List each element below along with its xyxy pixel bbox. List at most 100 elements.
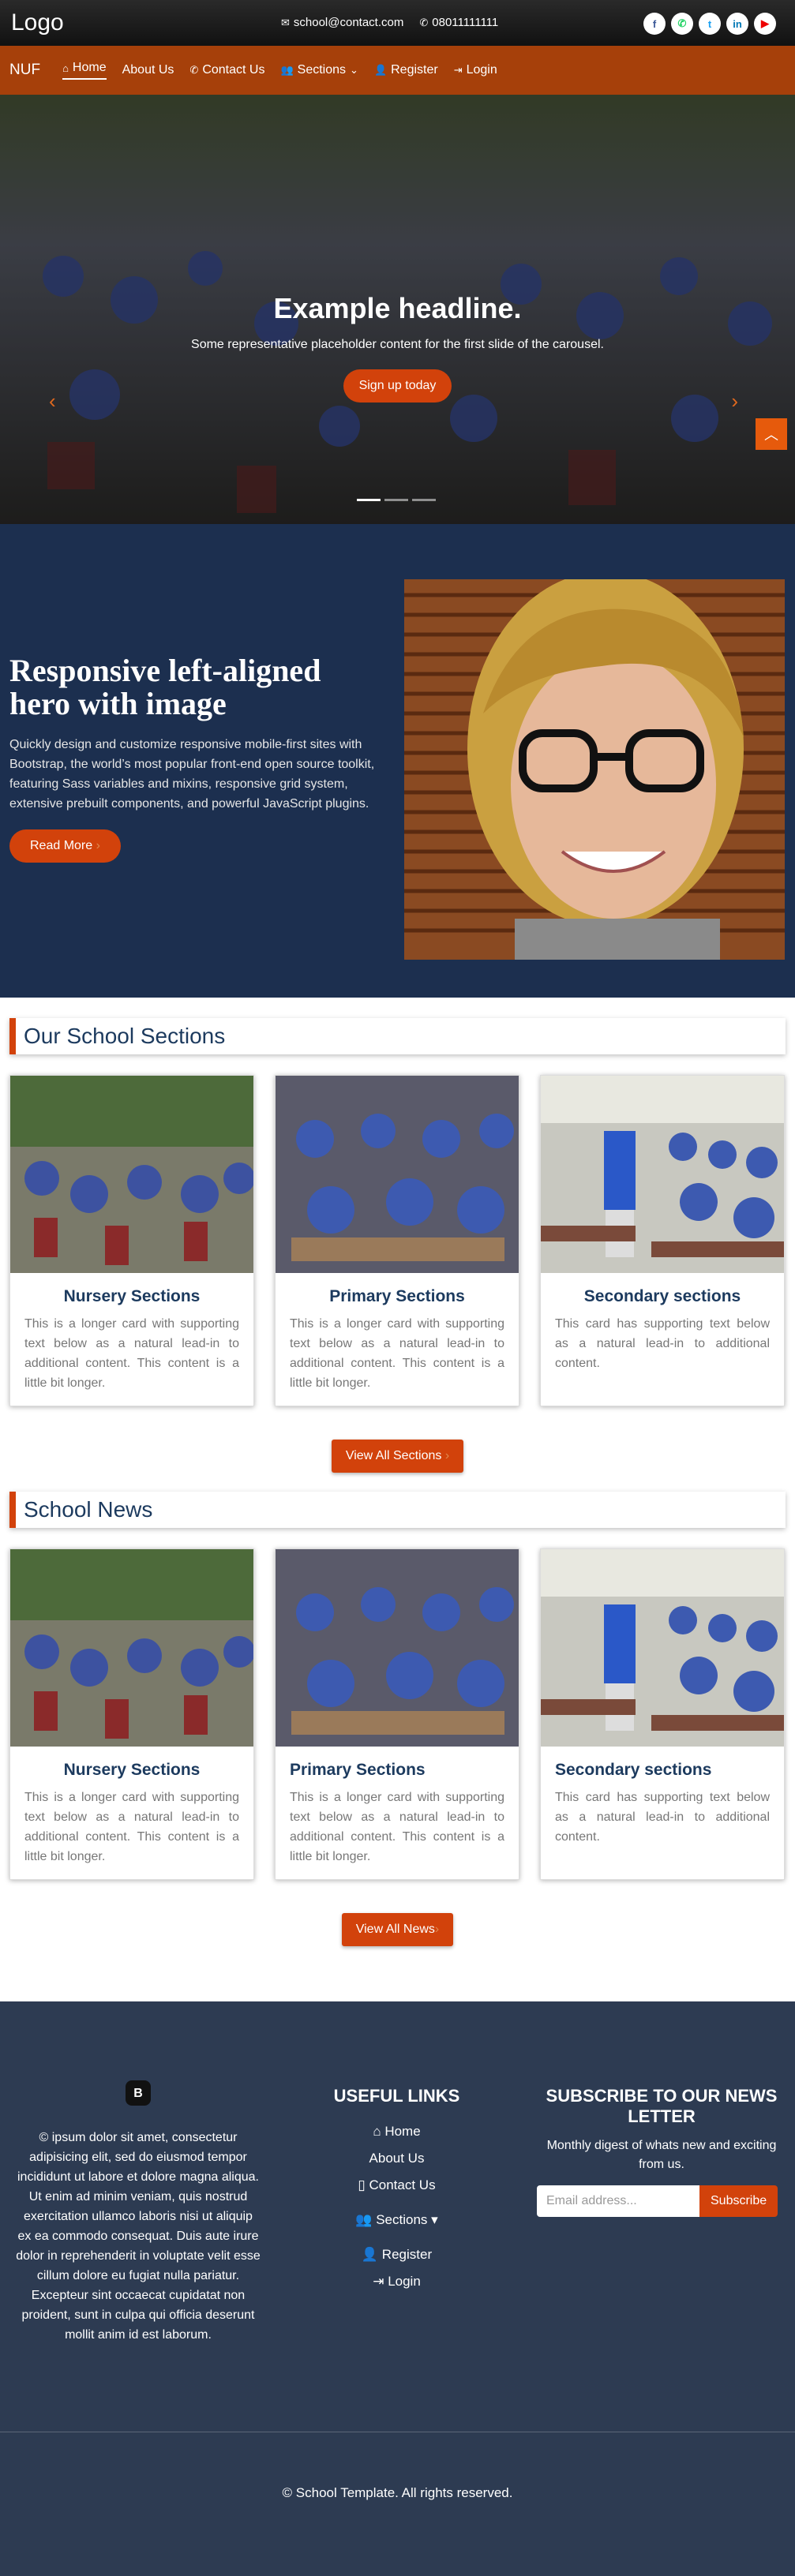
youtube-icon[interactable]: ▶ [754, 13, 776, 35]
linkedin-icon[interactable]: in [726, 13, 748, 35]
newsletter-title: SUBSCRIBE TO OUR NEWS LETTER [546, 2086, 778, 2126]
chevron-up-icon: ︿ [764, 427, 778, 443]
read-more-button[interactable]: Read More › [9, 829, 121, 863]
login-icon: ⇥ [453, 64, 463, 76]
card-primary[interactable]: Primary Sections This is a longer card w… [275, 1075, 519, 1406]
portrait-image [404, 579, 785, 960]
card-text: This is a longer card with supporting te… [24, 1317, 239, 1390]
arrow-right-icon: › [434, 1923, 440, 1936]
hero-carousel: ‹ › Example headline. Some representativ… [0, 95, 795, 524]
carousel-indicators [357, 499, 436, 501]
twitter-icon[interactable]: t [699, 13, 721, 35]
mobile-icon: ▯ [358, 2177, 366, 2192]
sections-heading: Our School Sections [9, 1018, 786, 1054]
footer-link-login[interactable]: ⇥ Login [300, 2274, 493, 2290]
contact-info: ✉ school@contact.com ✆ 08011111111 [281, 16, 498, 29]
login-icon: ⇥ [373, 2274, 384, 2289]
card-text: This is a longer card with supporting te… [290, 1791, 504, 1863]
phone-icon: ✆ [189, 64, 199, 76]
carousel-text: Some representative placeholder content … [191, 338, 604, 351]
caret-down-icon: ▾ [431, 2212, 438, 2227]
user-icon: 👤 [373, 64, 388, 76]
card-image [541, 1549, 784, 1747]
phone-link[interactable]: ✆ 08011111111 [419, 16, 498, 29]
card-title: Primary Sections [329, 1287, 465, 1305]
footer-about: B © ipsum dolor sit amet, consectetur ad… [16, 2080, 261, 2345]
nav-contact[interactable]: ✆ Contact Us [189, 63, 264, 77]
footer-newsletter: SUBSCRIBE TO OUR NEWS LETTER Monthly dig… [537, 2086, 786, 2217]
hero-image [404, 579, 785, 960]
card-title: Secondary sections [555, 1761, 712, 1779]
subscribe-button[interactable]: Subscribe [699, 2185, 778, 2217]
nav-home[interactable]: ⌂ Home [62, 61, 107, 80]
user-icon: 👤 [361, 2247, 379, 2262]
card-secondary[interactable]: Secondary sections This card has support… [540, 1075, 785, 1406]
nav-register[interactable]: 👤 Register [374, 63, 438, 77]
top-bar: Logo ✉ school@contact.com ✆ 08011111111 f … [0, 0, 795, 46]
copyright: © School Template. All rights reserved. [282, 2485, 513, 2500]
footer-link-about[interactable]: About Us [300, 2151, 493, 2166]
site-logo[interactable]: Logo [11, 9, 64, 36]
card-image [276, 1076, 519, 1273]
footer-logo: B [126, 2080, 151, 2106]
phone-icon: ✆ [419, 16, 429, 28]
news-card-secondary[interactable]: Secondary sections This card has support… [540, 1548, 785, 1880]
newsletter-text: Monthly digest of whats new and exciting… [546, 2139, 777, 2171]
home-icon: ⌂ [373, 2124, 381, 2139]
card-text: This is a longer card with supporting te… [24, 1791, 239, 1863]
card-text: This card has supporting text below as a… [555, 1317, 770, 1370]
nav-about[interactable]: About Us [122, 63, 174, 77]
news-button-wrap: View All News› [0, 1913, 795, 1946]
footer-link-home[interactable]: ⌂ Home [300, 2124, 493, 2140]
sections-button-wrap: View All Sections › [0, 1440, 795, 1473]
hero-title: Responsive left-aligned hero with image [9, 653, 321, 721]
email-link[interactable]: ✉ school@contact.com [281, 16, 403, 29]
email-input[interactable]: Email address... [537, 2185, 699, 2217]
scroll-to-top-button[interactable]: ︿ [756, 418, 787, 450]
footer-link-register[interactable]: 👤 Register [300, 2247, 493, 2263]
footer-link-contact[interactable]: ▯ Contact Us [300, 2177, 493, 2193]
hero-section: Responsive left-aligned hero with image … [0, 524, 795, 998]
card-text: This card has supporting text below as a… [555, 1791, 770, 1844]
footer-about-text: © ipsum dolor sit amet, consectetur adip… [16, 2131, 261, 2342]
users-icon: 👥 [355, 2212, 373, 2227]
carousel-indicator[interactable] [384, 499, 408, 501]
newsletter-form: Email address... Subscribe [537, 2185, 786, 2217]
social-links: f ✆ t in ▶ [643, 13, 776, 35]
facebook-icon[interactable]: f [643, 13, 666, 35]
card-image [10, 1549, 253, 1747]
nav-sections-dropdown[interactable]: 👥 Sections ⌄ [280, 63, 358, 77]
whatsapp-icon[interactable]: ✆ [671, 13, 693, 35]
arrow-right-icon: › [444, 1449, 450, 1462]
card-image [541, 1076, 784, 1273]
card-title: Nursery Sections [63, 1761, 201, 1779]
carousel-indicator[interactable] [412, 499, 436, 501]
chevron-down-icon: ⌄ [350, 64, 358, 76]
news-heading: School News [9, 1492, 786, 1528]
card-text: This is a longer card with supporting te… [290, 1317, 504, 1390]
card-title: Primary Sections [290, 1761, 426, 1779]
envelope-icon: ✉ [281, 16, 290, 28]
home-icon: ⌂ [62, 62, 69, 74]
card-title: Nursery Sections [63, 1287, 201, 1305]
carousel-caption: Example headline. Some representative pl… [0, 292, 795, 402]
card-nursery[interactable]: Nursery Sections This is a longer card w… [9, 1075, 254, 1406]
sign-up-button[interactable]: Sign up today [343, 369, 452, 402]
news-card-primary[interactable]: Primary Sections This is a longer card w… [275, 1548, 519, 1880]
sections-cards: Nursery Sections This is a longer card w… [9, 1075, 786, 1406]
hero-description: Quickly design and customize responsive … [9, 738, 375, 811]
users-icon: 👥 [280, 64, 294, 76]
carousel-indicator[interactable] [357, 499, 381, 501]
arrow-right-icon: › [96, 839, 100, 852]
view-all-news-button[interactable]: View All News› [341, 1913, 454, 1946]
card-title: Secondary sections [583, 1287, 741, 1305]
footer-links-title: USEFUL LINKS [333, 2086, 460, 2106]
footer-link-sections[interactable]: 👥 Sections ▾ [300, 2212, 493, 2228]
carousel-headline: Example headline. [273, 292, 522, 324]
nav-login[interactable]: ⇥ Login [454, 63, 497, 77]
view-all-sections-button[interactable]: View All Sections › [331, 1440, 464, 1473]
navbar-brand[interactable]: NUF [9, 62, 40, 79]
news-card-nursery[interactable]: Nursery Sections This is a longer card w… [9, 1548, 254, 1880]
news-cards: Nursery Sections This is a longer card w… [9, 1548, 786, 1880]
footer-useful-links: USEFUL LINKS ⌂ Home About Us ▯ Contact U… [300, 2086, 493, 2301]
